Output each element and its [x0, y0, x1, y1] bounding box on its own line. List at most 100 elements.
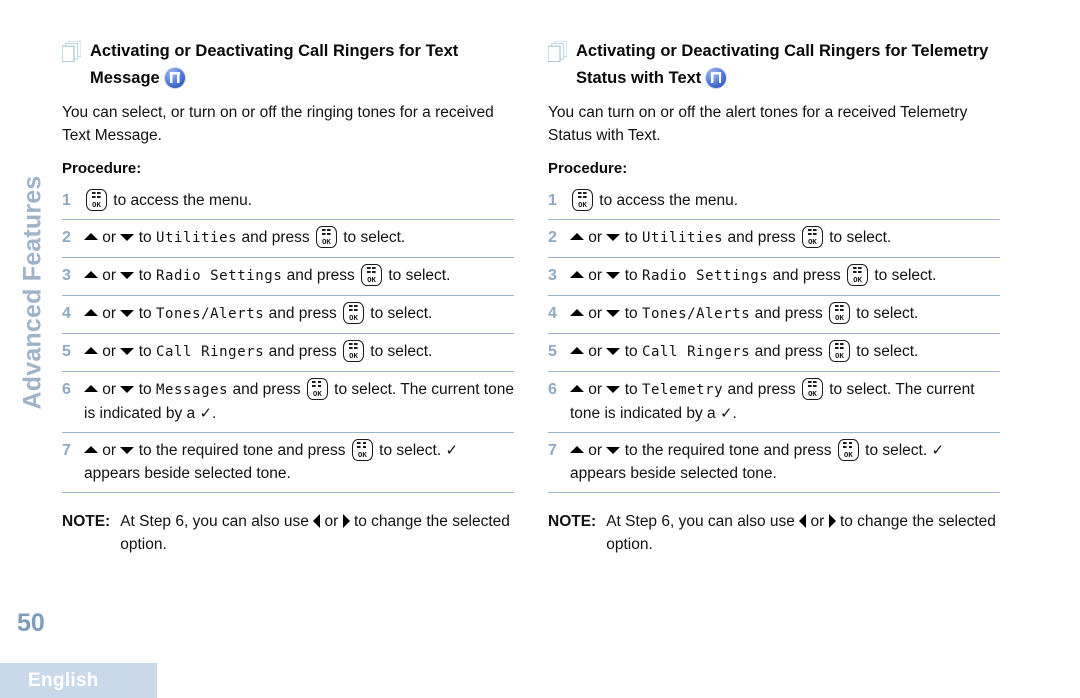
step-number: 7: [62, 442, 71, 459]
ok-label-glyph: OK: [349, 350, 358, 360]
step-body: or to Radio Settings and press OK to sel…: [84, 264, 514, 288]
step-text: and press: [264, 343, 341, 360]
menu-option-name: Utilities: [155, 230, 238, 246]
step-text: appears beside selected tone.: [84, 465, 291, 482]
step-text: and press: [768, 267, 846, 284]
step-text: to: [134, 305, 156, 322]
step-text: and press: [723, 381, 800, 398]
menu-grid-glyph: [312, 381, 322, 388]
step-text: or: [98, 229, 121, 246]
note-text: At Step 6, you can also use or to change…: [120, 510, 514, 556]
triangle-down-icon: [120, 309, 135, 317]
procedure-step: 4 or to Tones/Alerts and press OK to sel…: [62, 296, 514, 334]
menu-grid-glyph: [807, 229, 817, 236]
step-text: to select.: [366, 343, 433, 360]
ok-label-glyph: OK: [357, 449, 367, 459]
triangle-right-icon: [342, 514, 350, 529]
language-label: English: [28, 669, 99, 691]
procedure-step: 1 OK to access the menu.: [548, 183, 1000, 220]
procedure-step: 3 or to Radio Settings and press OK to s…: [548, 258, 1000, 296]
step-number: 4: [548, 305, 557, 322]
note-label: NOTE:: [548, 513, 597, 530]
triangle-up-icon: [570, 446, 584, 454]
procedure-step-list: 1 OK to access the menu. 2 or to Utilities…: [62, 183, 514, 493]
ok-key-icon: OK: [306, 378, 328, 400]
step-text: to: [134, 229, 156, 246]
triangle-down-icon: [606, 347, 621, 355]
menu-option-name: Tones/Alerts: [641, 306, 751, 322]
step-text: to: [620, 229, 642, 246]
ok-key-icon: OK: [361, 264, 383, 286]
step-text: appears beside selected tone.: [570, 465, 777, 482]
step-number: 4: [62, 305, 71, 322]
step-body: or to Utilities and press OK to select.: [84, 226, 514, 250]
step-text: or: [320, 513, 343, 530]
step-number: 1: [548, 192, 557, 209]
triangle-up-icon: [84, 271, 98, 279]
menu-grid-glyph: [843, 442, 853, 449]
intro-paragraph: You can turn on or off the alert tones f…: [548, 104, 968, 144]
ok-label-glyph: OK: [578, 199, 587, 209]
menu-option-name: Telemetry: [641, 382, 724, 398]
triangle-up-icon: [84, 347, 98, 355]
step-number: 5: [548, 343, 557, 360]
step-text: or: [584, 442, 607, 459]
topic-heading-text: Activating or Deactivating Call Ringers …: [90, 42, 459, 87]
ok-label-glyph: OK: [853, 274, 862, 284]
pages-icon: [548, 41, 567, 62]
ok-label-glyph: OK: [835, 312, 844, 322]
note-block: NOTE: At Step 6, you can also use or to c…: [62, 510, 514, 556]
column-right: Activating or Deactivating Call Ringers …: [548, 38, 1000, 556]
ok-key-icon: OK: [847, 264, 869, 286]
procedure-step: 7 or to the required tone and press OK t…: [548, 433, 1000, 493]
step-number: 1: [62, 192, 71, 209]
ok-key-icon: OK: [86, 189, 107, 211]
step-text: or: [98, 442, 121, 459]
procedure-label: Procedure:: [62, 160, 142, 177]
step-text: and press: [750, 305, 827, 322]
step-text: .: [732, 405, 737, 422]
step-text: to access the menu.: [595, 192, 739, 209]
ok-label-glyph: OK: [807, 236, 817, 246]
triangle-up-icon: [570, 347, 584, 355]
menu-grid-glyph: [348, 343, 358, 350]
procedure-step: 3 or to Radio Settings and press OK to s…: [62, 258, 514, 296]
step-text: to the required tone and press: [620, 442, 836, 459]
tone-alert-icon: [706, 68, 727, 88]
note-block: NOTE: At Step 6, you can also use or to c…: [548, 510, 1000, 556]
step-text: At Step 6, you can also use: [606, 513, 800, 530]
check-mark-icon: ✓: [445, 442, 459, 459]
topic-heading: Activating or Deactivating Call Ringers …: [62, 38, 514, 92]
triangle-down-icon: [606, 233, 621, 241]
intro-paragraph: You can select, or turn on or off the ri…: [62, 104, 494, 144]
step-body: or to Telemetry and press OK to select. …: [570, 378, 1000, 425]
step-body: or to Tones/Alerts and press OK to selec…: [570, 302, 1000, 326]
step-text: to select.: [852, 343, 919, 360]
pages-icon: [62, 41, 81, 62]
triangle-up-icon: [570, 233, 584, 241]
triangle-right-icon: [828, 514, 836, 529]
menu-grid-glyph: [807, 381, 817, 388]
step-text: to select.: [852, 305, 919, 322]
step-body: or to Call Ringers and press OK to selec…: [570, 340, 1000, 364]
check-mark-icon: ✓: [199, 405, 213, 422]
step-number: 5: [62, 343, 71, 360]
menu-grid-glyph: [366, 267, 376, 274]
step-text: to select.: [366, 305, 433, 322]
step-number: 3: [548, 267, 557, 284]
step-text: and press: [228, 381, 305, 398]
menu-option-name: Radio Settings: [641, 268, 769, 284]
step-text: and press: [237, 229, 314, 246]
step-number: 3: [62, 267, 71, 284]
procedure-step: 5 or to Call Ringers and press OK to sel…: [62, 334, 514, 372]
step-text: to select.: [374, 442, 446, 459]
menu-option-name: Radio Settings: [155, 268, 283, 284]
language-footer-tab: English: [0, 663, 157, 698]
step-text: to select.: [824, 229, 892, 246]
triangle-down-icon: [606, 309, 621, 317]
step-text: to: [134, 267, 156, 284]
triangle-down-icon: [606, 446, 621, 454]
step-text: to select.: [860, 442, 932, 459]
triangle-down-icon: [606, 271, 621, 279]
step-text: or: [584, 267, 607, 284]
